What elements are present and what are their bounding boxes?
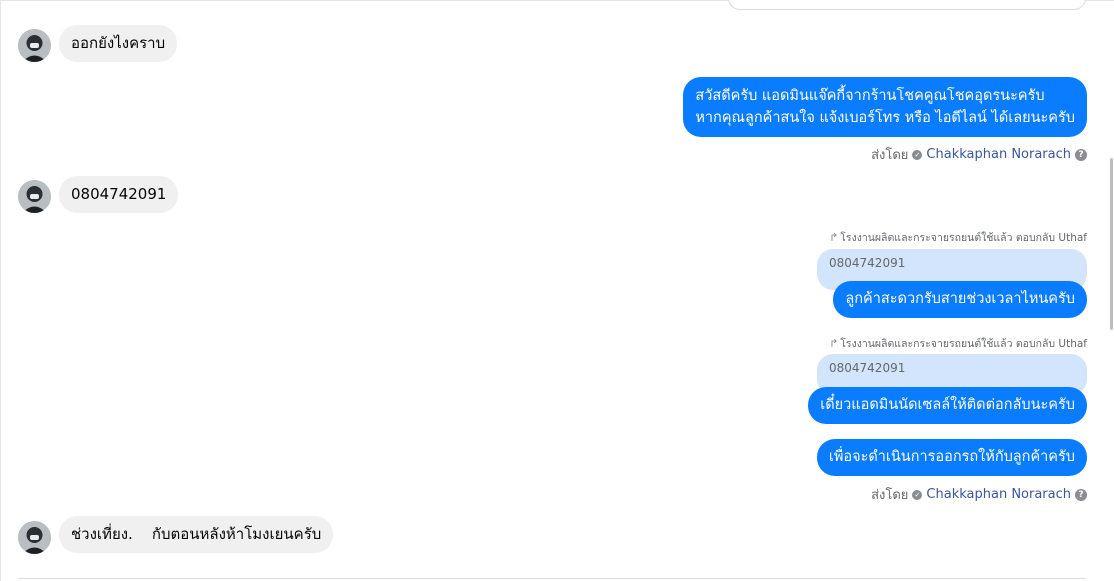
verified-check-icon: ✓ [912, 489, 923, 500]
message-input-edge[interactable] [728, 0, 1086, 10]
incoming-message[interactable]: ออกยังไงคราบ [59, 25, 178, 62]
avatar[interactable] [18, 521, 51, 554]
reply-note: ↱ โรงงานผลิตและกระจายรถยนต์ใช้แล้ว ตอบกล… [829, 335, 1087, 352]
scrollbar[interactable] [1110, 158, 1113, 330]
reply-note-text: โรงงานผลิตและกระจายรถยนต์ใช้แล้ว ตอบกลับ… [840, 338, 1087, 350]
reply-note-text: โรงงานผลิตและกระจายรถยนต์ใช้แล้ว ตอบกลับ… [840, 232, 1087, 244]
message-line: สวัสดีครับ แอดมินแจ๊คกี้จากร้านโชคคูณโชค… [695, 88, 1045, 104]
outgoing-message[interactable]: สวัสดีครับ แอดมินแจ๊คกี้จากร้านโชคคูณโชค… [683, 77, 1087, 137]
incoming-message[interactable]: ช่วงเที่ยง. กับตอนหลังห้าโมงเยนครับ [59, 516, 334, 553]
verified-check-icon: ✓ [912, 149, 923, 160]
sent-by-label: ส่งโดย ✓ Chakkaphan Norarach ? [871, 144, 1087, 165]
outgoing-message[interactable]: ลูกค้าสะดวกรับสายช่วงเวลาไหนครับ [833, 281, 1087, 318]
reply-arrow-icon: ↱ [829, 231, 839, 244]
divider [18, 578, 1086, 579]
help-circle-icon[interactable]: ? [1075, 148, 1087, 161]
avatar[interactable] [18, 180, 51, 213]
sender-name-link[interactable]: Chakkaphan Norarach [926, 147, 1071, 162]
sent-by-prefix: ส่งโดย [871, 488, 909, 503]
message-line: หากคุณลูกค้าสนใจ แจ้งเบอร์โทร หรือ ไอดีไ… [695, 110, 1075, 126]
outgoing-message[interactable]: เพื่อจะดำเนินการออกรถให้กับลูกค้าครับ [816, 439, 1087, 476]
sent-by-label: ส่งโดย ✓ Chakkaphan Norarach ? [871, 484, 1087, 505]
outgoing-message[interactable]: เดี๋ยวแอดมินนัดเซลล์ให้ติดต่อกลับนะครับ [808, 387, 1087, 424]
reply-arrow-icon: ↱ [829, 337, 839, 350]
help-circle-icon[interactable]: ? [1075, 488, 1087, 501]
incoming-message[interactable]: 0804742091 [59, 176, 179, 213]
sender-name-link[interactable]: Chakkaphan Norarach [926, 487, 1071, 502]
sent-by-prefix: ส่งโดย [871, 148, 909, 163]
reply-note: ↱ โรงงานผลิตและกระจายรถยนต์ใช้แล้ว ตอบกล… [829, 229, 1087, 246]
avatar[interactable] [18, 29, 51, 62]
